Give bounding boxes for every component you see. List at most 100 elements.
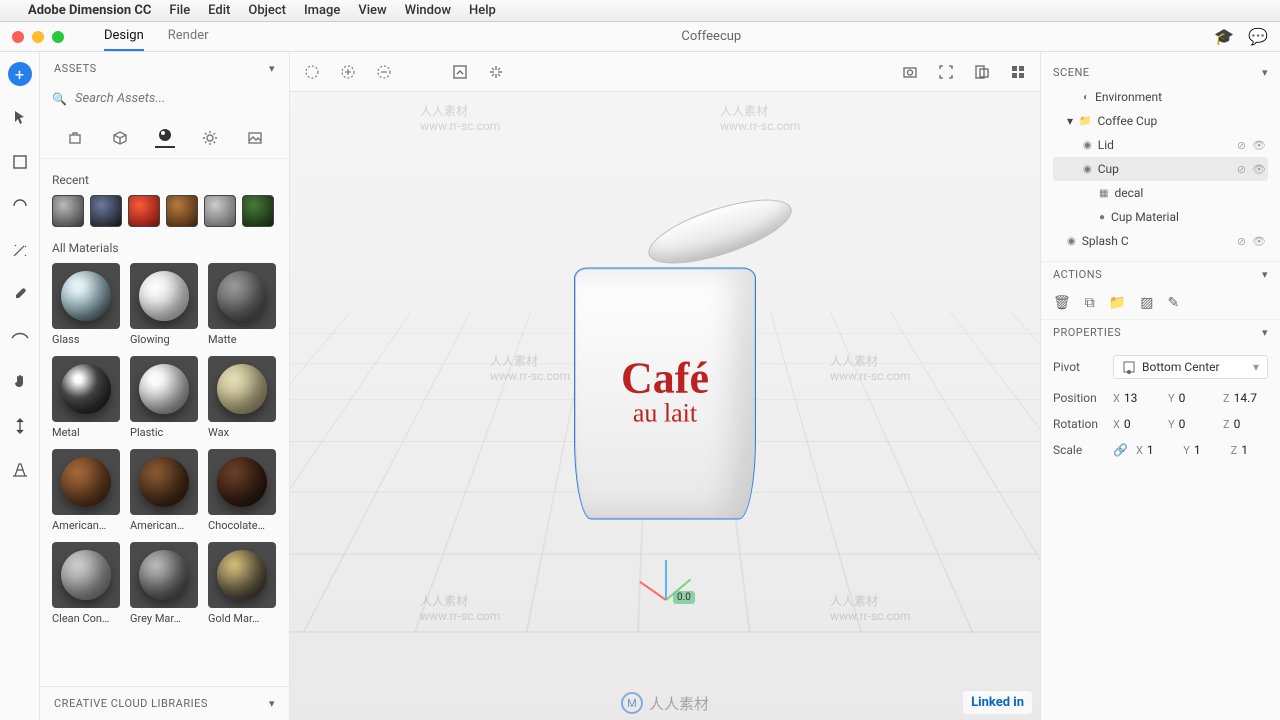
scene-item-decal[interactable]: ▦decal — [1053, 181, 1268, 205]
tab-models[interactable] — [110, 128, 130, 148]
scene-item-environment[interactable]: ◐Environment — [1053, 85, 1268, 109]
scene-item-coffee-cup[interactable]: ▾📁Coffee Cup — [1053, 109, 1268, 133]
scene-item-cup[interactable]: ◉Cup⊘👁 — [1053, 157, 1268, 181]
menu-file[interactable]: File — [169, 3, 190, 18]
cc-libraries-label[interactable]: CREATIVE CLOUD LIBRARIES — [54, 697, 208, 710]
tab-starter-assets[interactable] — [65, 128, 85, 148]
match-image-icon[interactable] — [488, 64, 504, 80]
add-content-button[interactable]: + — [8, 62, 32, 86]
marquee-select-icon[interactable] — [304, 64, 320, 80]
recent-material-5[interactable] — [242, 195, 274, 227]
link-icon[interactable]: ⊘ — [1237, 163, 1246, 176]
link-icon[interactable]: ⊘ — [1237, 235, 1246, 248]
app-name[interactable]: Adobe Dimension CC — [28, 3, 151, 18]
material-metal[interactable]: Metal — [52, 356, 120, 439]
recent-material-3[interactable] — [166, 195, 198, 227]
tab-render[interactable]: Render — [168, 22, 209, 51]
recent-material-0[interactable] — [52, 195, 84, 227]
menu-view[interactable]: View — [358, 3, 386, 18]
learn-icon[interactable]: 🎓 — [1214, 27, 1234, 46]
crop-tool[interactable] — [8, 150, 32, 174]
visibility-icon[interactable]: 👁 — [1252, 139, 1266, 152]
canvas-3d[interactable]: Café au lait 0.0 人人素材www.rr-sc.com 人人素材w… — [290, 92, 1040, 720]
horizon-tool[interactable] — [8, 326, 32, 350]
rotation-y-field[interactable]: Y0 — [1168, 417, 1213, 431]
recent-material-1[interactable] — [90, 195, 122, 227]
material-clean-con-[interactable]: Clean Con… — [52, 542, 120, 625]
eyedropper-tool[interactable] — [8, 282, 32, 306]
rotation-z-field[interactable]: Z0 — [1223, 417, 1268, 431]
menu-edit[interactable]: Edit — [208, 3, 230, 18]
subtract-selection-icon[interactable] — [376, 64, 392, 80]
scale-x-field[interactable]: X1 — [1136, 443, 1173, 457]
assets-menu-icon[interactable]: ▾ — [269, 62, 275, 75]
lid-object[interactable] — [642, 186, 799, 276]
material-matte[interactable]: Matte — [208, 263, 276, 346]
render-preview-icon[interactable] — [1010, 64, 1026, 80]
material-plastic[interactable]: Plastic — [130, 356, 198, 439]
frame-all-icon[interactable] — [938, 64, 954, 80]
tab-materials[interactable] — [155, 128, 175, 148]
material-glass[interactable]: Glass — [52, 263, 120, 346]
material-glowing[interactable]: Glowing — [130, 263, 198, 346]
duplicate-action-icon[interactable]: ⧉ — [1085, 295, 1095, 311]
search-input[interactable] — [67, 85, 277, 112]
scene-item-lid[interactable]: ◉Lid⊘👁 — [1053, 133, 1268, 157]
properties-menu-icon[interactable]: ▾ — [1262, 326, 1268, 339]
material-american-[interactable]: American… — [52, 449, 120, 532]
cc-libraries-toggle-icon[interactable]: ▾ — [269, 697, 275, 710]
position-z-field[interactable]: Z14.7 — [1223, 391, 1268, 405]
mat-icon: ● — [1099, 212, 1105, 223]
material-wax[interactable]: Wax — [208, 356, 276, 439]
material-grey-mar-[interactable]: Grey Mar… — [130, 542, 198, 625]
menu-object[interactable]: Object — [248, 3, 286, 18]
rotation-x-field[interactable]: X0 — [1113, 417, 1158, 431]
pivot-select[interactable]: Bottom Center ▾ — [1113, 355, 1268, 379]
sample-action-icon[interactable]: ✎ — [1167, 295, 1179, 311]
scale-y-field[interactable]: Y1 — [1183, 443, 1220, 457]
scene-item-cup-material[interactable]: ●Cup Material — [1053, 205, 1268, 229]
disclosure-icon[interactable]: ▾ — [1067, 114, 1073, 128]
visibility-icon[interactable]: 👁 — [1252, 235, 1266, 248]
link-icon[interactable]: ⊘ — [1237, 139, 1246, 152]
perspective-tool[interactable] — [8, 458, 32, 482]
transform-gizmo[interactable]: 0.0 — [635, 540, 695, 600]
position-y-field[interactable]: Y0 — [1168, 391, 1213, 405]
zoom-window-button[interactable] — [52, 31, 64, 43]
tab-design[interactable]: Design — [104, 22, 144, 51]
material-american-[interactable]: American… — [130, 449, 198, 532]
align-action-icon[interactable]: ▨ — [1140, 295, 1153, 311]
dolly-tool[interactable] — [8, 414, 32, 438]
feedback-icon[interactable]: 💬 — [1248, 27, 1268, 46]
scene-item-splash-c[interactable]: ◉Splash C⊘👁 — [1053, 229, 1268, 253]
visibility-icon[interactable]: 👁 — [1252, 163, 1266, 176]
tab-lights[interactable] — [200, 128, 220, 148]
scene-menu-icon[interactable]: ▾ — [1262, 66, 1268, 79]
recent-material-2[interactable] — [128, 195, 160, 227]
scale-z-field[interactable]: Z1 — [1231, 443, 1268, 457]
place-graphic-icon[interactable] — [452, 64, 468, 80]
material-gold-mar-[interactable]: Gold Mar… — [208, 542, 276, 625]
close-window-button[interactable] — [12, 31, 24, 43]
link-scale-icon[interactable]: 🔗 — [1113, 443, 1128, 457]
minimize-window-button[interactable] — [32, 31, 44, 43]
menu-window[interactable]: Window — [405, 3, 451, 18]
tab-images[interactable] — [245, 128, 265, 148]
group-action-icon[interactable]: 📁 — [1109, 295, 1126, 311]
material-chocolate-[interactable]: Chocolate… — [208, 449, 276, 532]
menu-help[interactable]: Help — [469, 3, 496, 18]
orbit-tool[interactable] — [8, 194, 32, 218]
delete-action-icon[interactable]: 🗑 — [1053, 295, 1071, 311]
magic-wand-tool[interactable] — [8, 238, 32, 262]
zoom-fit-icon[interactable] — [974, 64, 990, 80]
menu-image[interactable]: Image — [304, 3, 340, 18]
recent-material-4[interactable] — [204, 195, 236, 227]
hand-tool[interactable] — [8, 370, 32, 394]
position-x-field[interactable]: X13 — [1113, 391, 1158, 405]
actions-menu-icon[interactable]: ▾ — [1262, 268, 1268, 281]
scene-item-label: Splash C — [1082, 234, 1129, 248]
add-selection-icon[interactable] — [340, 64, 356, 80]
select-tool[interactable] — [8, 106, 32, 130]
camera-bookmark-icon[interactable] — [902, 64, 918, 80]
coffee-cup-object[interactable]: Café au lait — [575, 269, 755, 519]
